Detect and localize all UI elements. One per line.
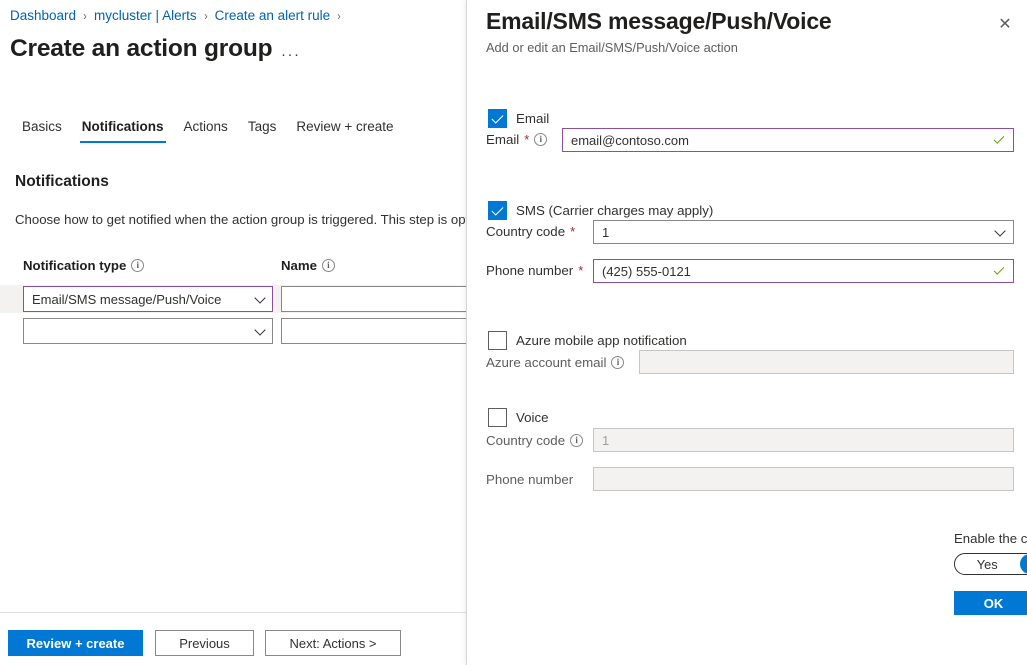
column-header-notification-type: Notification type i <box>23 258 144 273</box>
sms-phone-number-label: Phone number * <box>486 263 583 278</box>
valid-check-icon <box>994 264 1005 275</box>
breadcrumb-separator-icon: › <box>204 9 207 23</box>
common-alert-schema-label: Enable the common alert schema. <box>954 531 1027 546</box>
voice-country-code-label-text: Country code <box>486 433 565 448</box>
app-root: Dashboard › mycluster | Alerts › Create … <box>0 0 1027 665</box>
breadcrumb-item-dashboard[interactable]: Dashboard <box>10 8 76 23</box>
email-input[interactable]: email@contoso.com <box>562 128 1014 152</box>
more-options-icon[interactable]: ··· <box>281 47 301 62</box>
sms-checkbox-label: SMS (Carrier charges may apply) <box>516 203 713 218</box>
breadcrumb-item-mycluster-alerts[interactable]: mycluster | Alerts <box>94 8 197 23</box>
tab-actions[interactable]: Actions <box>174 119 238 143</box>
common-alert-schema-text: Enable the common alert schema.Learn mor… <box>954 531 1027 546</box>
column-header-name-label: Name <box>281 258 317 273</box>
required-marker: * <box>524 132 529 147</box>
panel-subtitle: Add or edit an Email/SMS/Push/Voice acti… <box>486 40 738 55</box>
wizard-tabs: Basics Notifications Actions Tags Review… <box>12 119 404 143</box>
azure-app-checkbox-label: Azure mobile app notification <box>516 333 687 348</box>
sms-checkbox-row[interactable]: SMS (Carrier charges may apply) <box>488 201 713 220</box>
ok-button[interactable]: OK <box>954 591 1027 615</box>
table-row: Email/SMS message/Push/Voice <box>0 285 466 313</box>
notification-type-select-row-2[interactable] <box>23 318 273 344</box>
voice-country-code-placeholder: 1 <box>602 433 609 448</box>
azure-account-email-label-text: Azure account email <box>486 355 606 370</box>
voice-checkbox[interactable] <box>488 408 507 427</box>
breadcrumb-separator-icon: › <box>83 9 86 23</box>
sms-checkbox[interactable] <box>488 201 507 220</box>
breadcrumb-item-create-an-alert-rule[interactable]: Create an alert rule <box>215 8 331 23</box>
breadcrumb: Dashboard › mycluster | Alerts › Create … <box>10 8 348 23</box>
create-action-group-pane: Dashboard › mycluster | Alerts › Create … <box>0 0 466 665</box>
info-icon[interactable]: i <box>611 356 624 369</box>
chevron-down-icon <box>994 225 1005 236</box>
column-header-notification-type-label: Notification type <box>23 258 126 273</box>
section-title-notifications: Notifications <box>15 173 109 191</box>
email-field-label-text: Email <box>486 132 519 147</box>
sms-country-code-value: 1 <box>602 225 609 240</box>
info-icon[interactable]: i <box>570 434 583 447</box>
notification-type-select-row-1-value: Email/SMS message/Push/Voice <box>32 292 221 307</box>
email-sms-push-voice-panel: Email/SMS message/Push/Voice Add or edit… <box>466 0 1027 665</box>
voice-checkbox-row[interactable]: Voice <box>488 408 549 427</box>
sms-country-code-select[interactable]: 1 <box>593 220 1014 244</box>
azure-app-checkbox-row[interactable]: Azure mobile app notification <box>488 331 687 350</box>
page-title: Create an action group <box>10 35 272 63</box>
toggle-option-no[interactable]: No <box>1020 554 1027 574</box>
chevron-down-icon <box>254 324 265 335</box>
azure-account-email-label: Azure account email i <box>486 355 624 370</box>
email-checkbox[interactable] <box>488 109 507 128</box>
sms-country-code-label: Country code * <box>486 224 575 239</box>
sms-phone-number-value: (425) 555-0121 <box>602 264 691 279</box>
required-marker: * <box>578 263 583 278</box>
panel-title: Email/SMS message/Push/Voice <box>486 8 832 35</box>
review-create-button[interactable]: Review + create <box>8 630 143 656</box>
email-field-label: Email * i <box>486 132 547 147</box>
sms-phone-number-input[interactable]: (425) 555-0121 <box>593 259 1014 283</box>
info-icon[interactable]: i <box>322 259 335 272</box>
email-checkbox-label: Email <box>516 111 549 126</box>
notification-type-select-row-1[interactable]: Email/SMS message/Push/Voice <box>23 286 273 312</box>
azure-account-email-input <box>639 350 1014 374</box>
name-input-row-1[interactable] <box>281 286 466 312</box>
voice-country-code-label: Country code i <box>486 433 583 448</box>
chevron-down-icon <box>254 292 265 303</box>
close-icon[interactable]: ✕ <box>990 10 1020 40</box>
table-row <box>0 317 466 345</box>
previous-button[interactable]: Previous <box>155 630 254 656</box>
required-marker: * <box>570 224 575 239</box>
voice-country-code-input: 1 <box>593 428 1014 452</box>
tab-tags[interactable]: Tags <box>238 119 287 143</box>
tab-basics[interactable]: Basics <box>12 119 72 143</box>
common-alert-schema-toggle[interactable]: Yes No <box>954 553 1027 575</box>
tab-review-create[interactable]: Review + create <box>286 119 403 143</box>
voice-phone-number-label: Phone number <box>486 472 573 487</box>
toggle-option-yes[interactable]: Yes <box>955 554 1020 574</box>
info-icon[interactable]: i <box>131 259 144 272</box>
valid-check-icon <box>994 133 1005 144</box>
voice-phone-number-input <box>593 467 1014 491</box>
email-checkbox-row[interactable]: Email <box>488 109 549 128</box>
column-header-name: Name i <box>281 258 335 273</box>
breadcrumb-separator-icon: › <box>337 9 340 23</box>
tab-notifications[interactable]: Notifications <box>72 119 174 143</box>
section-description: Choose how to get notified when the acti… <box>15 212 466 227</box>
name-input-row-2[interactable] <box>281 318 466 344</box>
email-input-value: email@contoso.com <box>571 133 689 148</box>
voice-phone-number-label-text: Phone number <box>486 472 573 487</box>
next-actions-button[interactable]: Next: Actions > <box>265 630 401 656</box>
azure-app-checkbox[interactable] <box>488 331 507 350</box>
voice-checkbox-label: Voice <box>516 410 549 425</box>
sms-phone-number-label-text: Phone number <box>486 263 573 278</box>
sms-country-code-label-text: Country code <box>486 224 565 239</box>
info-icon[interactable]: i <box>534 133 547 146</box>
